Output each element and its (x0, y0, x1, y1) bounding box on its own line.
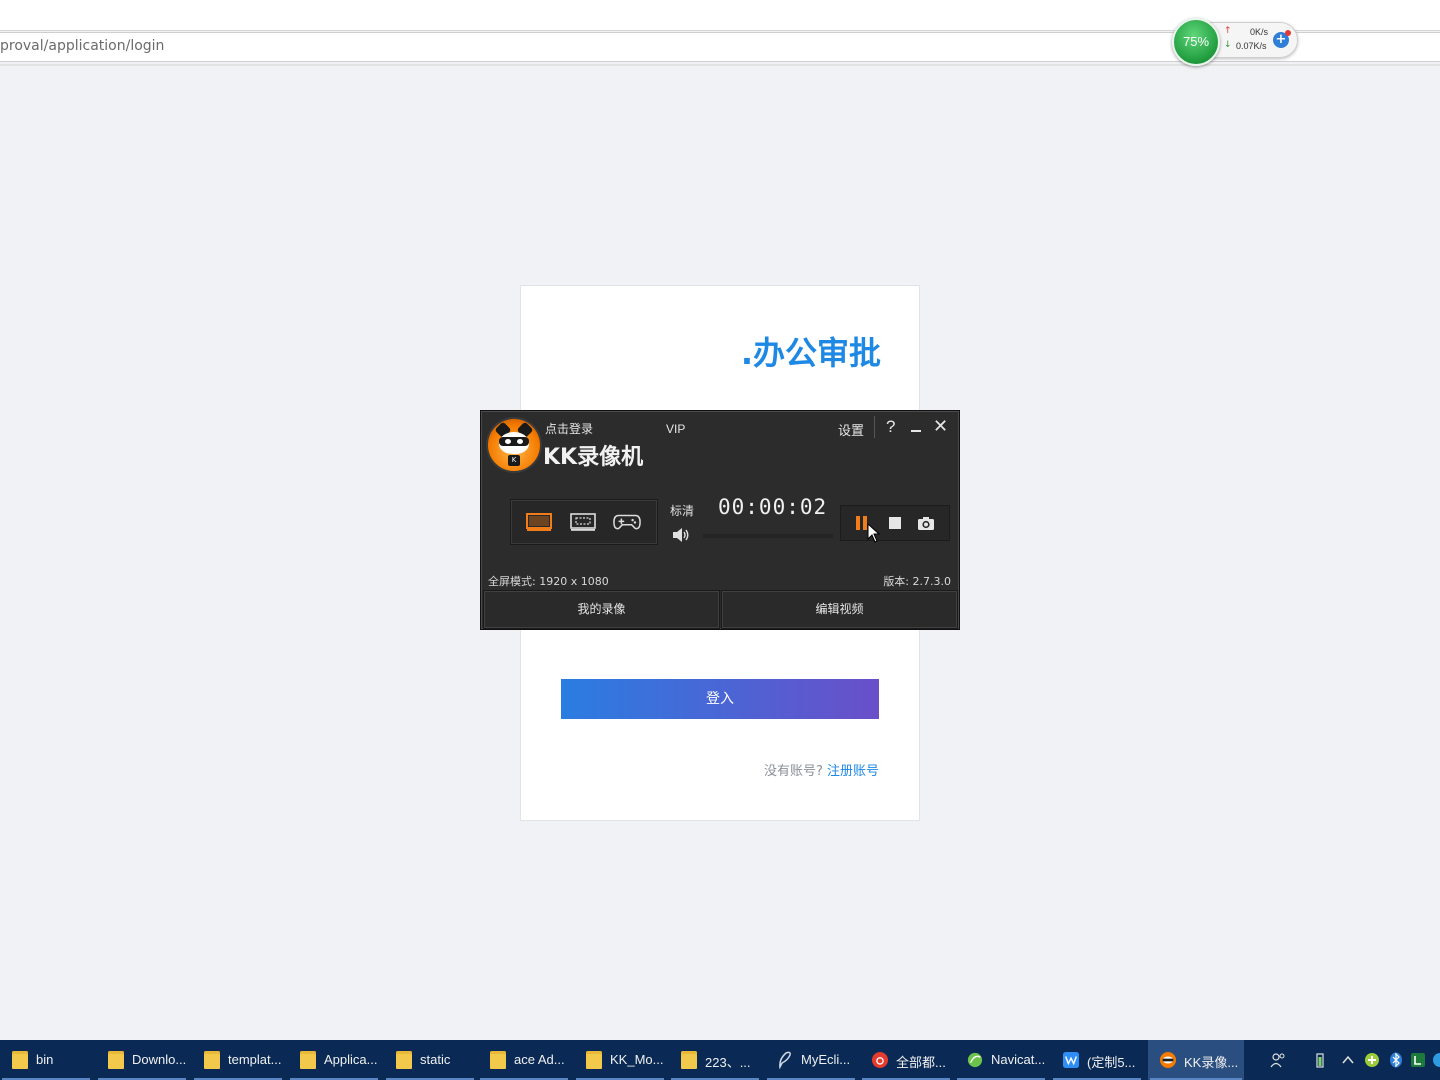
taskbar-item-label: templat... (228, 1052, 282, 1067)
wps-icon (1063, 1052, 1079, 1068)
taskbar-item[interactable]: ace Ad... (478, 1040, 570, 1080)
login-title: .办公审批 (740, 334, 881, 372)
security-shield-icon[interactable] (1364, 1052, 1380, 1068)
taskbar: bin Downlo... templat... Applica... stat… (0, 1040, 1440, 1080)
folder-icon (204, 1051, 220, 1069)
help-button[interactable]: ? (886, 417, 895, 437)
folder-icon (12, 1051, 28, 1069)
system-tray (1260, 1040, 1440, 1080)
register-prompt: 没有账号? 注册账号 (764, 760, 879, 779)
upload-speed: 0K/s (1250, 27, 1269, 37)
recording-mode-group (510, 499, 658, 545)
partial-tray-icon[interactable] (1432, 1052, 1440, 1068)
myeclipse-icon (779, 1051, 791, 1069)
recording-controls (840, 505, 950, 541)
login-button[interactable]: 登入 (561, 679, 879, 719)
mouse-cursor-icon (867, 523, 881, 543)
taskbar-item[interactable]: bin (0, 1040, 92, 1080)
quality-selector[interactable]: 标清 (670, 502, 694, 519)
game-mode-icon[interactable] (613, 512, 641, 532)
capture-mode-info: 全屏模式: 1920 x 1080 (488, 575, 609, 588)
login-prompt-link[interactable]: 点击登录 (545, 420, 593, 437)
taskbar-item-label: MyEcli... (801, 1052, 851, 1067)
taskbar-item[interactable]: Downlo... (96, 1040, 188, 1080)
kk-recorder-window[interactable]: K 点击登录 VIP KK录像机 设置 ? ✕ 标清 00:00:02 全屏模式… (480, 410, 960, 630)
memory-usage-indicator[interactable]: 75% (1172, 18, 1220, 66)
fullscreen-mode-icon[interactable] (525, 512, 553, 532)
minimize-icon[interactable] (911, 430, 921, 432)
screenshot-camera-icon[interactable] (917, 514, 935, 532)
stop-icon[interactable] (886, 514, 904, 532)
volume-icon[interactable] (672, 527, 690, 543)
netease-music-icon (872, 1052, 888, 1068)
browser-divider (0, 64, 1440, 66)
address-url[interactable]: proval/application/login (0, 38, 164, 54)
logo-eye-right (517, 439, 523, 444)
taskbar-item-label: bin (36, 1052, 54, 1067)
my-recordings-button[interactable]: 我的录像 (483, 590, 720, 629)
navicat-icon (967, 1052, 983, 1068)
region-mode-icon[interactable] (569, 512, 597, 532)
taskbar-item-label: Downlo... (132, 1052, 187, 1067)
logo-eye-left (505, 439, 511, 444)
logo-mask (499, 437, 529, 446)
folder-icon (490, 1051, 506, 1069)
taskbar-item-active[interactable]: KK录像... (1148, 1040, 1244, 1080)
taskbar-item[interactable]: templat... (192, 1040, 284, 1080)
folder-icon (300, 1051, 316, 1069)
people-icon[interactable] (1270, 1052, 1286, 1068)
upload-arrow-icon: ↑ (1224, 26, 1232, 36)
notification-dot (1285, 30, 1291, 36)
folder-icon (681, 1051, 697, 1069)
green-app-icon[interactable] (1410, 1052, 1426, 1068)
logo-k-badge: K (508, 455, 520, 466)
recording-timer: 00:00:02 (718, 495, 828, 519)
taskbar-item-label: Applica... (324, 1052, 378, 1067)
battery-icon[interactable] (1312, 1052, 1328, 1068)
kk-recorder-icon (1160, 1052, 1176, 1068)
download-arrow-icon: ↓ (1224, 40, 1232, 50)
folder-icon (586, 1051, 602, 1069)
taskbar-item[interactable]: KK_Mo... (574, 1040, 666, 1080)
taskbar-item[interactable]: Applica... (288, 1040, 380, 1080)
network-meter-widget[interactable]: 75% ↑ 0K/s ↓ 0.07K/s + (1172, 18, 1298, 66)
app-name: KK录像机 (543, 445, 644, 470)
title-divider (874, 416, 875, 438)
taskbar-item-label: Navicat... (991, 1052, 1046, 1067)
edit-video-button[interactable]: 编辑视频 (721, 590, 958, 629)
audio-level-meter (703, 534, 833, 538)
version-label: 版本: 2.7.3.0 (883, 575, 951, 588)
taskbar-item[interactable]: static (384, 1040, 476, 1080)
chevron-up-icon[interactable] (1340, 1052, 1356, 1068)
taskbar-item[interactable]: (定制5... (1051, 1040, 1143, 1080)
folder-icon (396, 1051, 412, 1069)
taskbar-item[interactable]: 全部都... (860, 1040, 952, 1080)
download-speed: 0.07K/s (1236, 41, 1267, 51)
kk-raccoon-logo-icon[interactable]: K (486, 417, 542, 473)
register-link[interactable]: 注册账号 (827, 764, 879, 779)
taskbar-item[interactable]: MyEcli... (765, 1040, 857, 1080)
taskbar-item-label: KK_Mo... (610, 1052, 664, 1067)
taskbar-item-label: KK录像... (1184, 1055, 1239, 1070)
taskbar-item-label: 全部都... (896, 1055, 946, 1070)
taskbar-item[interactable]: 223、... (669, 1040, 761, 1080)
folder-icon (108, 1051, 124, 1069)
close-icon[interactable]: ✕ (933, 416, 948, 437)
vip-link[interactable]: VIP (666, 422, 685, 436)
no-account-text: 没有账号? (763, 764, 823, 779)
settings-button[interactable]: 设置 (838, 420, 864, 439)
taskbar-item-label: static (420, 1052, 451, 1067)
bluetooth-icon[interactable] (1388, 1052, 1404, 1068)
taskbar-item[interactable]: Navicat... (955, 1040, 1047, 1080)
taskbar-item-label: 223、... (705, 1055, 751, 1070)
taskbar-item-label: (定制5... (1087, 1055, 1136, 1070)
taskbar-item-label: ace Ad... (514, 1052, 565, 1067)
